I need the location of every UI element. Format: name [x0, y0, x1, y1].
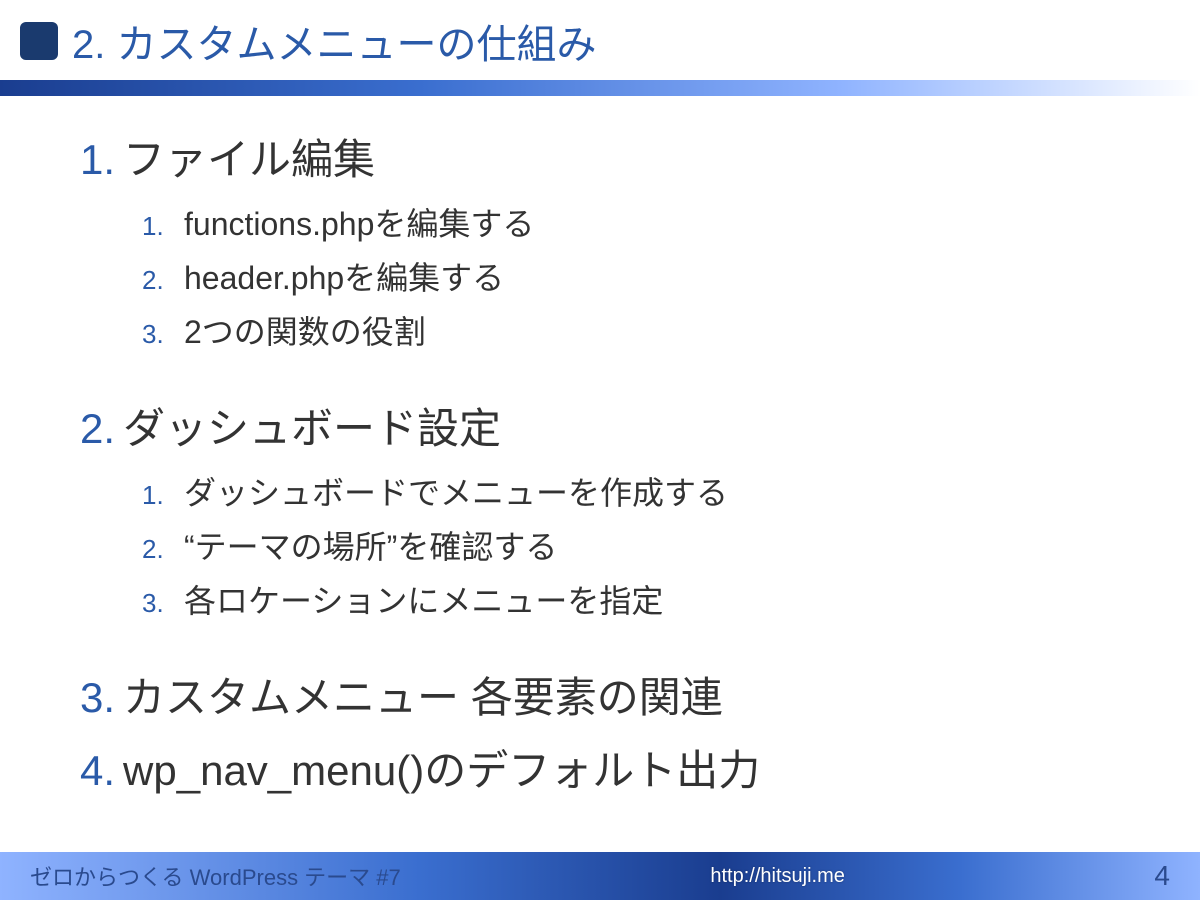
- slide-header: 2. カスタムメニューの仕組み: [0, 0, 1200, 70]
- item-number: 3.: [142, 319, 184, 350]
- slide-title: 2. カスタムメニューの仕組み: [72, 12, 596, 70]
- item-text: 各ロケーションにメニューを指定: [184, 576, 663, 622]
- section-heading: ファイル編集: [123, 136, 375, 183]
- item-number: 2.: [142, 534, 184, 565]
- list-item: 2. header.phpを編集する: [142, 253, 1120, 299]
- section-2: 2.ダッシュボード設定 1. ダッシュボードでメニューを作成する 2. “テーマ…: [80, 395, 1120, 622]
- item-text: 2つの関数の役割: [184, 307, 426, 353]
- section-3: 3.カスタムメニュー 各要素の関連: [80, 664, 1120, 725]
- item-number: 2.: [142, 265, 184, 296]
- item-number: 3.: [142, 588, 184, 619]
- list-item: 3. 2つの関数の役割: [142, 307, 1120, 353]
- item-number: 1.: [142, 480, 184, 511]
- section-number: 4.: [80, 747, 115, 794]
- sub-list: 1. functions.phpを編集する 2. header.phpを編集する…: [80, 199, 1120, 353]
- header-divider: [0, 80, 1200, 96]
- section-1: 1.ファイル編集 1. functions.phpを編集する 2. header…: [80, 126, 1120, 353]
- title-bullet-icon: [20, 22, 58, 60]
- section-heading: カスタムメニュー 各要素の関連: [123, 674, 723, 721]
- list-item: 1. functions.phpを編集する: [142, 199, 1120, 245]
- section-heading: wp_nav_menu()のデフォルト出力: [123, 747, 760, 794]
- footer-url: http://hitsuji.me: [710, 865, 845, 888]
- section-heading: ダッシュボード設定: [123, 405, 501, 452]
- footer-left-text: ゼロからつくる WordPress テーマ #7: [30, 860, 401, 892]
- page-number: 4: [1154, 860, 1170, 892]
- item-text: ダッシュボードでメニューを作成する: [184, 468, 728, 514]
- item-text: header.phpを編集する: [184, 253, 504, 299]
- slide-content: 1.ファイル編集 1. functions.phpを編集する 2. header…: [0, 96, 1200, 798]
- list-item: 2. “テーマの場所”を確認する: [142, 522, 1120, 568]
- slide-footer: ゼロからつくる WordPress テーマ #7 http://hitsuji.…: [0, 852, 1200, 900]
- item-number: 1.: [142, 211, 184, 242]
- item-text: functions.phpを編集する: [184, 199, 534, 245]
- section-title: 3.カスタムメニュー 各要素の関連: [80, 664, 1120, 725]
- section-title: 1.ファイル編集: [80, 126, 1120, 187]
- section-title: 2.ダッシュボード設定: [80, 395, 1120, 456]
- section-number: 3.: [80, 674, 115, 721]
- section-number: 1.: [80, 136, 115, 183]
- sub-list: 1. ダッシュボードでメニューを作成する 2. “テーマの場所”を確認する 3.…: [80, 468, 1120, 622]
- section-number: 2.: [80, 405, 115, 452]
- section-title: 4.wp_nav_menu()のデフォルト出力: [80, 737, 1120, 798]
- item-text: “テーマの場所”を確認する: [184, 522, 557, 568]
- list-item: 1. ダッシュボードでメニューを作成する: [142, 468, 1120, 514]
- section-4: 4.wp_nav_menu()のデフォルト出力: [80, 737, 1120, 798]
- list-item: 3. 各ロケーションにメニューを指定: [142, 576, 1120, 622]
